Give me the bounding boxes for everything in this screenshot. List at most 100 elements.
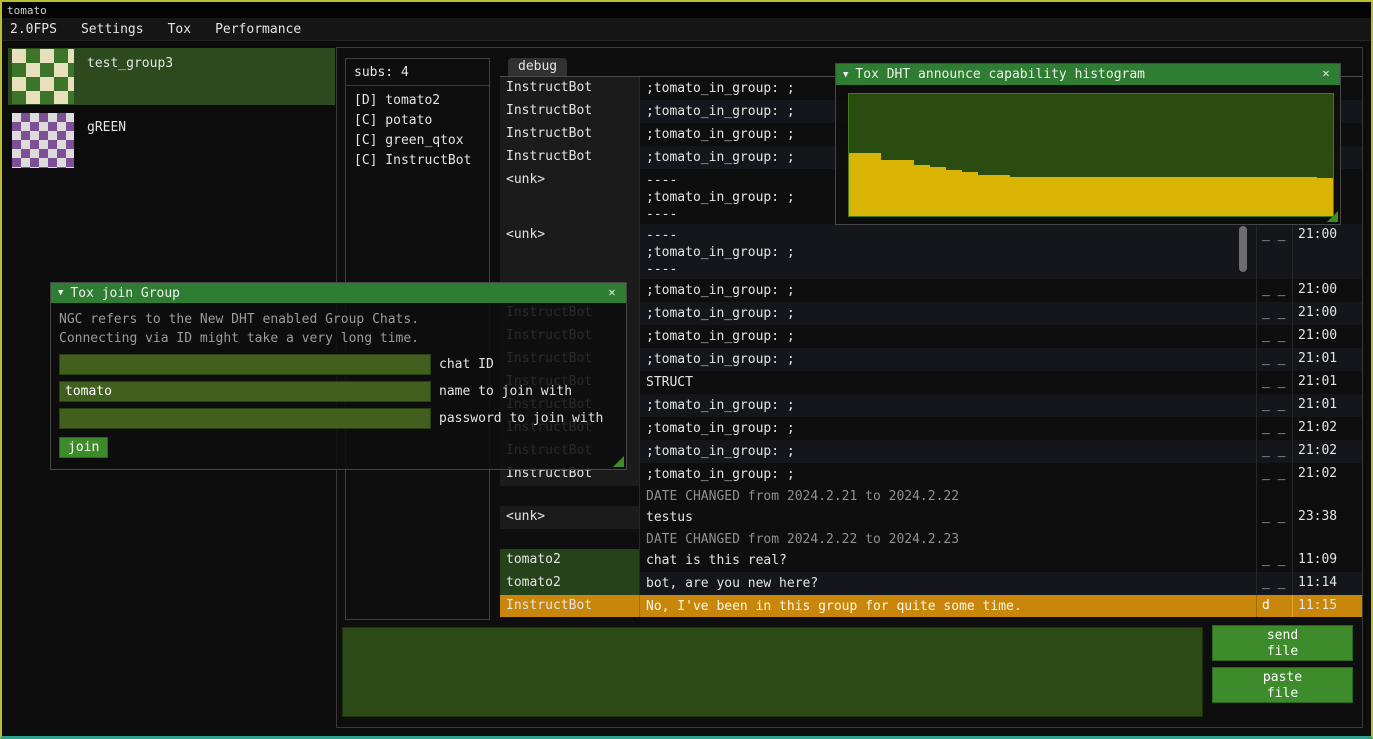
chat-message-row: InstructBot;tomato_in_group: ;_ _21:02 [500,463,1362,486]
member-item[interactable]: [C] potato [346,111,489,131]
join-group-window: ▼ Tox join Group ✕ NGC refers to the New… [50,282,627,470]
chat-message-row: tomato2chat is this real?_ _11:09 [500,549,1362,572]
chat-message-row: tomato2bot, are you new here?_ _11:14 [500,572,1362,595]
chat-message-row: InstructBot;tomato_in_group: ;_ _21:00 [500,302,1362,325]
message-author: <unk> [500,506,640,529]
message-time [1293,486,1345,506]
message-text: testus [640,506,1257,529]
message-flags: _ _ [1257,506,1293,529]
message-time: 21:02 [1293,440,1345,463]
join-button[interactable]: join [59,437,108,458]
message-flags: _ _ [1257,325,1293,348]
menu-settings[interactable]: Settings [69,19,156,40]
message-flags: _ _ [1257,224,1293,279]
fps-counter: 2.0FPS [2,19,69,40]
message-time: 21:00 [1293,325,1345,348]
join-group-titlebar[interactable]: ▼ Tox join Group ✕ [51,283,626,303]
message-line: ;tomato_in_group: ; [646,397,1256,414]
close-icon[interactable]: ✕ [1318,66,1334,82]
message-text: STRUCT [640,371,1257,394]
message-flags: d [1257,595,1293,617]
group-item-test_group3[interactable]: test_group3 [8,48,335,105]
chat-message-row: InstructBotSTRUCT_ _21:01 [500,371,1362,394]
message-author: InstructBot [500,100,640,123]
window-title: tomato [2,2,1371,18]
message-author: InstructBot [500,595,640,617]
message-text: ;tomato_in_group: ; [640,394,1257,417]
message-time: 21:01 [1293,371,1345,394]
message-text: ;tomato_in_group: ; [640,325,1257,348]
histogram-plot [848,93,1334,217]
message-author [500,486,640,506]
message-text: ;tomato_in_group: ; [640,348,1257,371]
close-icon[interactable]: ✕ [604,285,620,301]
join-info-line: NGC refers to the New DHT enabled Group … [59,310,626,329]
subs-count: subs: 4 [346,59,489,86]
member-item[interactable]: [D] tomato2 [346,91,489,111]
message-time: 21:00 [1293,224,1345,279]
message-flags: _ _ [1257,549,1293,572]
message-time [1293,529,1345,549]
message-author: InstructBot [500,123,640,146]
message-text: chat is this real? [640,549,1257,572]
join-name-input[interactable] [59,381,431,402]
message-flags: _ _ [1257,440,1293,463]
menu-performance[interactable]: Performance [203,19,313,40]
group-avatar [12,113,74,168]
group-item-gREEN[interactable]: gREEN [8,112,335,169]
group-name: gREEN [87,120,126,169]
message-text: ;tomato_in_group: ; [640,463,1257,486]
menu-bar: 2.0FPS Settings Tox Performance [2,18,1371,41]
message-flags: _ _ [1257,302,1293,325]
message-author: <unk> [500,169,640,224]
chat-message-row: InstructBot;tomato_in_group: ;_ _21:01 [500,394,1362,417]
menu-tox[interactable]: Tox [156,19,203,40]
message-line: No, I've been in this group for quite so… [646,598,1256,615]
message-line: ;tomato_in_group: ; [646,466,1256,483]
resize-grip-icon[interactable] [1327,211,1338,222]
chat-id-input[interactable] [59,354,431,375]
message-input[interactable] [342,627,1203,717]
collapse-icon[interactable]: ▼ [843,70,848,80]
message-text: No, I've been in this group for quite so… [640,595,1257,617]
message-time: 21:00 [1293,302,1345,325]
paste-file-button[interactable]: paste file [1212,667,1353,703]
message-flags [1257,486,1293,506]
message-flags: _ _ [1257,463,1293,486]
message-time: 11:09 [1293,549,1345,572]
message-line: ;tomato_in_group: ; [646,351,1256,368]
message-text: ----;tomato_in_group: ;---- [640,224,1257,279]
group-name: test_group3 [87,56,173,105]
message-flags: _ _ [1257,348,1293,371]
chat-message-row: <unk>testus_ _23:38 [500,506,1362,529]
message-line: bot, are you new here? [646,575,1256,592]
resize-grip-icon[interactable] [613,456,624,467]
member-item[interactable]: [C] green_qtox [346,131,489,151]
chat-message-row: InstructBot;tomato_in_group: ;_ _21:00 [500,325,1362,348]
message-author [500,529,640,549]
chat-message-row: InstructBot;tomato_in_group: ;_ _21:00 [500,279,1362,302]
message-text: ;tomato_in_group: ; [640,440,1257,463]
join-password-input[interactable] [59,408,431,429]
collapse-icon[interactable]: ▼ [58,288,63,298]
member-list: [D] tomato2 [C] potato [C] green_qtox [C… [346,86,489,176]
member-item[interactable]: [C] InstructBot [346,151,489,171]
message-line: testus [646,509,1256,526]
message-flags: _ _ [1257,279,1293,302]
message-time: 21:02 [1293,463,1345,486]
dht-histogram-titlebar[interactable]: ▼ Tox DHT announce capability histogram … [836,64,1340,85]
date-changed-row: DATE CHANGED from 2024.2.21 to 2024.2.22 [500,486,1362,506]
message-line: chat is this real? [646,552,1256,569]
message-line: ;tomato_in_group: ; [646,282,1256,299]
chat-message-row-highlighted: InstructBot No, I've been in this group f… [500,595,1362,617]
message-line: ---- [646,227,1256,244]
chat-id-label: chat ID [439,357,494,372]
message-author: InstructBot [500,146,640,169]
date-changed-row: DATE CHANGED from 2024.2.22 to 2024.2.23 [500,529,1362,549]
tab-debug[interactable]: debug [508,58,567,76]
message-time: 21:00 [1293,279,1345,302]
message-author: <unk> [500,224,640,279]
chat-scrollbar[interactable] [1239,226,1247,272]
send-file-button[interactable]: send file [1212,625,1353,661]
message-time: 11:14 [1293,572,1345,595]
